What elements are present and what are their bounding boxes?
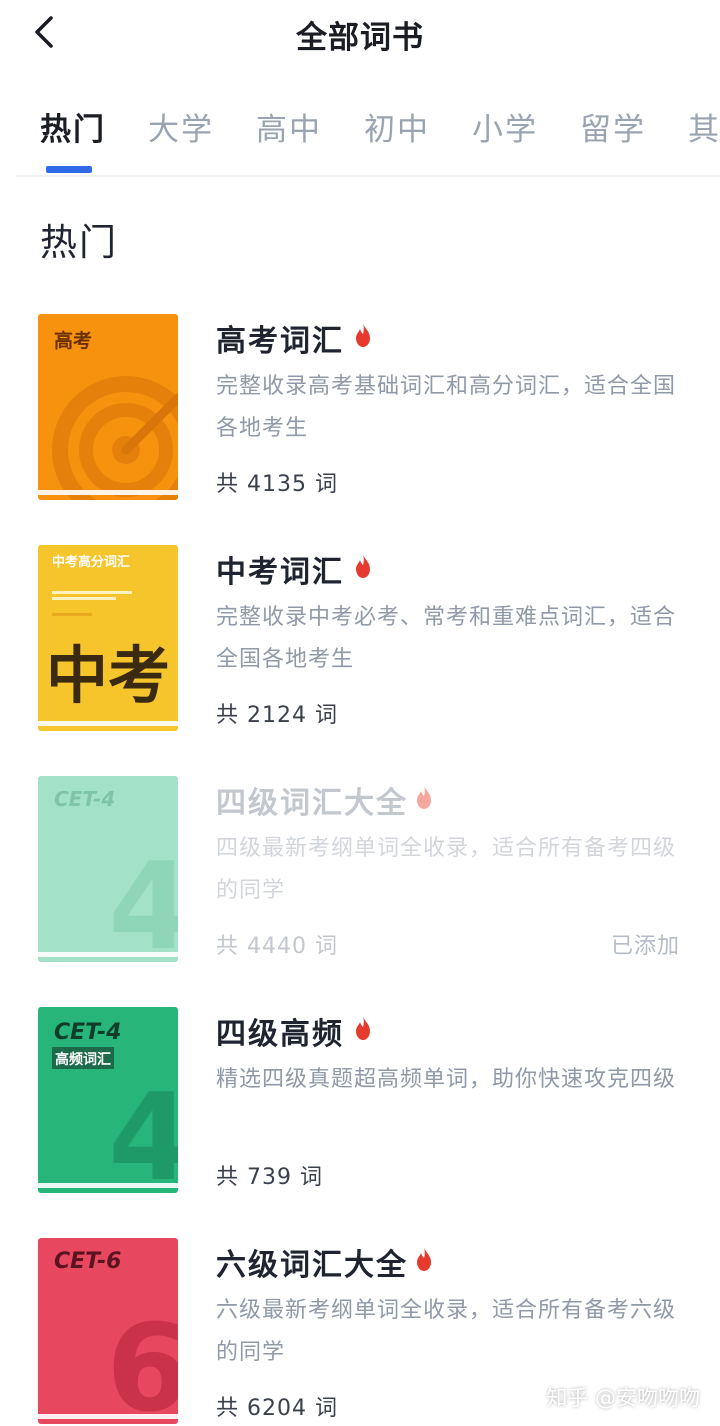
book-item[interactable]: 中考 中考高分词汇 中考词汇 完整收录中考必考、常考和重难点词汇，适合全国各地考… — [0, 545, 720, 735]
book-cover: 4 CET-4 — [38, 776, 178, 962]
book-item[interactable]: 4 高频词汇 CET-4 四级高频 精选四级真题超高频单词，助你快速攻克四级 共… — [0, 1007, 720, 1197]
book-title: 六级词汇大全 — [216, 1248, 408, 1283]
header: 全部词书 — [0, 0, 720, 66]
book-cover: 高考 — [38, 314, 178, 500]
tab-middle-school[interactable]: 初中 — [364, 104, 430, 149]
added-status: 已添加 — [610, 934, 680, 959]
book-item[interactable]: 4 CET-4 四级词汇大全 四级最新考纲单词全收录，适合所有备考四级的同学 共… — [0, 776, 720, 966]
tabs-divider — [16, 175, 720, 177]
cover-big-text: 4 — [108, 838, 178, 962]
cover-label: CET-6 — [54, 1249, 121, 1274]
tab-primary-school[interactable]: 小学 — [472, 104, 538, 149]
cover-label: 中考高分词汇 — [52, 554, 130, 570]
book-title: 中考词汇 — [216, 555, 344, 590]
tab-hot[interactable]: 热门 — [40, 104, 106, 149]
tab-university[interactable]: 大学 — [148, 104, 214, 149]
book-cover: 中考 中考高分词汇 — [38, 545, 178, 731]
book-title: 高考词汇 — [216, 324, 344, 359]
book-description: 完整收录高考基础词汇和高分词汇，适合全国各地考生 — [216, 374, 677, 441]
cover-label: CET-4 — [54, 1020, 121, 1045]
book-cover: 4 高频词汇 CET-4 — [38, 1007, 178, 1193]
fire-icon — [356, 1016, 370, 1040]
section-title: 热门 — [40, 221, 118, 264]
book-cover: 6 CET-6 — [38, 1238, 178, 1424]
category-tabs: 热门 大学 高中 初中 小学 留学 其他 — [0, 90, 720, 176]
word-count: 共 4135 词 — [216, 472, 338, 497]
book-description: 六级最新考纲单词全收录，适合所有备考六级的同学 — [216, 1298, 677, 1365]
tab-high-school[interactable]: 高中 — [256, 104, 322, 149]
fire-icon — [356, 323, 370, 347]
watermark: 知乎 @安吻吻吻 — [546, 1386, 700, 1410]
tab-other[interactable]: 其他 — [688, 104, 720, 149]
cover-big-text: 中考 — [46, 639, 170, 712]
book-description: 四级最新考纲单词全收录，适合所有备考四级的同学 — [216, 836, 677, 903]
page-title: 全部词书 — [296, 20, 424, 56]
word-count: 共 739 词 — [216, 1165, 323, 1190]
word-books-page: 全部词书 热门 大学 高中 初中 小学 留学 其他 热门 高考 高考词汇 — [0, 0, 720, 1426]
active-tab-indicator — [46, 166, 92, 173]
cover-sub-label: 高频词汇 — [55, 1051, 111, 1068]
cover-label: 高考 — [54, 329, 92, 352]
cover-label: CET-4 — [54, 787, 115, 811]
word-count: 共 2124 词 — [216, 703, 338, 728]
book-item[interactable]: 高考 高考词汇 完整收录高考基础词汇和高分词汇，适合全国各地考生 共 4135 … — [0, 314, 720, 504]
book-title: 四级词汇大全 — [216, 786, 408, 821]
tab-study-abroad[interactable]: 留学 — [580, 104, 646, 149]
book-description: 完整收录中考必考、常考和重难点词汇，适合全国各地考生 — [216, 605, 677, 672]
fire-icon — [417, 785, 431, 809]
book-title: 四级高频 — [216, 1017, 344, 1052]
word-count: 共 4440 词 — [216, 934, 338, 959]
fire-icon — [417, 1247, 431, 1271]
word-count: 共 6204 词 — [216, 1396, 338, 1421]
book-description: 精选四级真题超高频单词，助你快速攻克四级 — [216, 1067, 677, 1092]
fire-icon — [356, 554, 370, 578]
cover-big-text: 4 — [108, 1069, 178, 1193]
cover-big-text: 6 — [106, 1300, 178, 1424]
